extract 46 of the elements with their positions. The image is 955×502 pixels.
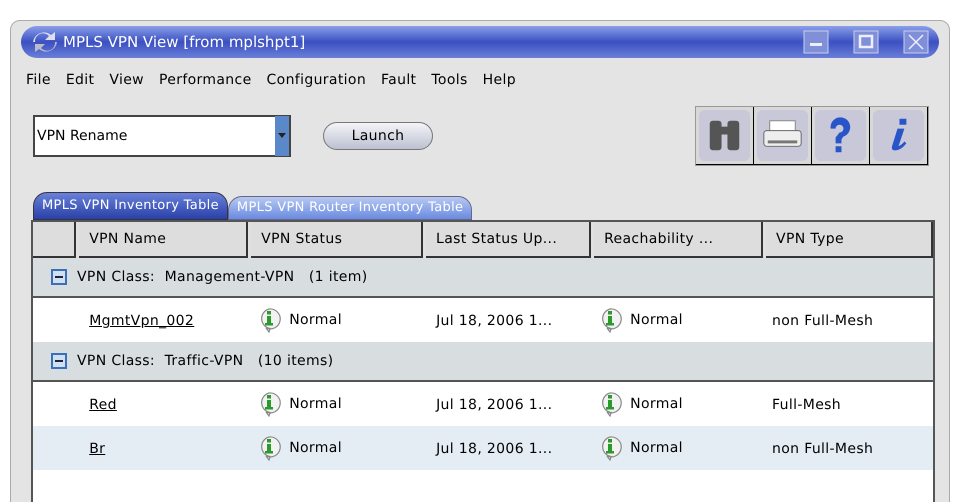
- group-label: VPN Class: Traffic-VPN (10 items): [77, 352, 334, 370]
- table-cell: non Full-Mesh: [772, 313, 874, 329]
- menu-item[interactable]: File: [26, 70, 51, 90]
- group-row[interactable]: VPN Class: Management-VPN (1 item): [33, 258, 933, 298]
- table-cell-text: Normal: [630, 310, 683, 330]
- column-header[interactable]: VPN Name: [79, 222, 248, 258]
- table-cell: Jul 18, 2006 1...: [436, 397, 552, 413]
- table-cell-text: Normal: [289, 310, 342, 330]
- table-cell: Full-Mesh: [772, 397, 842, 413]
- group-label: VPN Class: Management-VPN (1 item): [77, 268, 368, 286]
- help-icon[interactable]: [812, 107, 870, 165]
- table-cell-text: Normal: [630, 438, 683, 458]
- collapse-icon[interactable]: [51, 353, 67, 369]
- menu-item[interactable]: Edit: [66, 70, 94, 90]
- menu-item[interactable]: Fault: [381, 70, 416, 90]
- table-cell: non Full-Mesh: [772, 441, 874, 457]
- menu-item[interactable]: Performance: [158, 70, 252, 90]
- menu-item[interactable]: Configuration: [266, 70, 366, 90]
- collapse-icon[interactable]: [51, 269, 67, 285]
- action-dropdown[interactable]: VPN Rename: [33, 115, 291, 157]
- column-header[interactable]: Reachability ...: [594, 222, 764, 258]
- menu-item[interactable]: Help: [482, 70, 516, 90]
- table-cell-text: Normal: [289, 394, 342, 414]
- minimize-icon[interactable]: [803, 30, 829, 54]
- close-icon[interactable]: [903, 30, 929, 54]
- menu-item[interactable]: View: [109, 70, 144, 90]
- column-header[interactable]: VPN Type: [766, 222, 933, 258]
- launch-button[interactable]: Launch: [323, 122, 433, 150]
- app-logo-icon: [31, 30, 59, 54]
- vpn-name-link[interactable]: Br: [89, 441, 106, 457]
- printer-icon[interactable]: [754, 107, 812, 165]
- table-cell: Jul 18, 2006 1...: [436, 441, 552, 457]
- dropdown-caret-icon: [275, 116, 289, 156]
- maximize-icon[interactable]: [853, 30, 879, 54]
- vpn-name-link[interactable]: Red: [89, 397, 117, 413]
- column-header[interactable]: VPN Status: [251, 222, 424, 258]
- tab[interactable]: MPLS VPN Inventory Table: [33, 192, 228, 220]
- table-cell-text: Normal: [630, 394, 683, 414]
- window-title: MPLS VPN View [from mplshpt1]: [63, 32, 306, 53]
- table-cell: Jul 18, 2006 1...: [436, 313, 552, 329]
- group-row[interactable]: VPN Class: Traffic-VPN (10 items): [33, 342, 933, 382]
- table-cell-text: Normal: [289, 438, 342, 458]
- vpn-name-link[interactable]: MgmtVpn_002: [89, 313, 194, 329]
- menu-item[interactable]: Tools: [431, 70, 468, 90]
- column-header[interactable]: Last Status Up...: [426, 222, 592, 258]
- info-icon[interactable]: [870, 107, 928, 165]
